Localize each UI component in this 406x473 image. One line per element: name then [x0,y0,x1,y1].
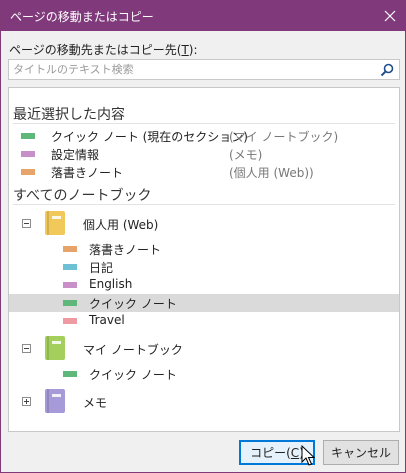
section-name: English [89,277,133,291]
section-item[interactable]: クイック ノート [9,294,399,312]
recent-item[interactable]: クイック ノート (現在のセクション) (マイ ノートブック) [9,127,399,144]
destination-label-accesskey: T [181,43,189,57]
notebook-icon [45,336,65,360]
collapse-icon[interactable] [22,219,31,228]
all-notebooks-heading: すべてのノートブック [13,188,152,204]
search-icon[interactable] [379,62,395,78]
notebook-name: 個人用 (Web) [83,218,159,232]
section-item[interactable]: Travel [9,312,399,330]
all-notebooks-divider [13,204,395,205]
notebook-item[interactable]: メモ [9,387,399,415]
search-box [8,59,400,80]
move-copy-dialog: ページの移動またはコピー ページの移動先またはコピー先(T): 最近選択した内容… [0,0,406,473]
section-tab-icon [63,282,77,288]
section-name: Travel [89,313,125,327]
destination-label: ページの移動先またはコピー先(T): [9,41,198,58]
notebook-icon [45,389,65,413]
section-name: クイック ノート [89,297,177,311]
section-name: 落書きノート [89,243,162,257]
notebook-name: メモ [83,396,108,410]
notebook-icon [45,211,65,235]
copy-button-suffix: ) [299,445,304,460]
section-tab-icon [21,133,35,139]
destination-label-suffix: ): [188,43,198,57]
collapse-icon[interactable] [22,344,31,353]
recent-item-notebook: (メモ) [229,148,263,162]
recent-item-name: 設定情報 [51,148,100,162]
destination-label-text: ページの移動先またはコピー先( [9,43,182,57]
notebook-name: マイ ノートブック [83,343,183,357]
recent-item[interactable]: 落書きノート (個人用 (Web)) [9,163,399,180]
recent-item-name: 落書きノート [51,166,124,180]
copy-button[interactable]: コピー(C) [239,440,315,465]
section-tab-icon [63,246,77,252]
copy-button-label: コピー( [250,446,291,460]
section-tab-icon [21,169,35,175]
section-item[interactable]: English [9,276,399,294]
recent-divider [13,123,395,124]
section-tab-icon [63,264,77,270]
title-bar: ページの移動またはコピー [1,1,405,31]
copy-button-accesskey: C [290,445,300,460]
section-name: クイック ノート [89,368,177,382]
close-button[interactable] [375,1,405,31]
notebook-item[interactable]: マイ ノートブック [9,334,399,362]
section-tab-icon [63,318,77,324]
recent-item-notebook: (マイ ノートブック) [229,130,339,144]
search-input[interactable] [9,60,379,79]
section-tab-icon [63,371,77,377]
section-item[interactable]: 日記 [9,258,399,276]
recent-item-notebook: (個人用 (Web)) [229,166,314,180]
expand-icon[interactable] [22,397,31,406]
section-tab-icon [63,300,77,306]
recent-item[interactable]: 設定情報 (メモ) [9,145,399,162]
close-icon [384,10,396,22]
section-item[interactable]: 落書きノート [9,240,399,258]
notebook-item[interactable]: 個人用 (Web) [9,209,399,237]
section-tab-icon [21,151,35,157]
cancel-button[interactable]: キャンセル [323,440,399,465]
section-name: 日記 [89,261,114,275]
dialog-title: ページの移動またはコピー [10,10,154,24]
section-item[interactable]: クイック ノート [9,365,399,383]
notebook-tree-panel: 最近選択した内容 すべてのノートブック クイック ノート (現在のセクション)(… [8,87,400,432]
recent-item-name: クイック ノート (現在のセクション) [51,130,248,144]
recent-heading: 最近選択した内容 [13,107,125,123]
